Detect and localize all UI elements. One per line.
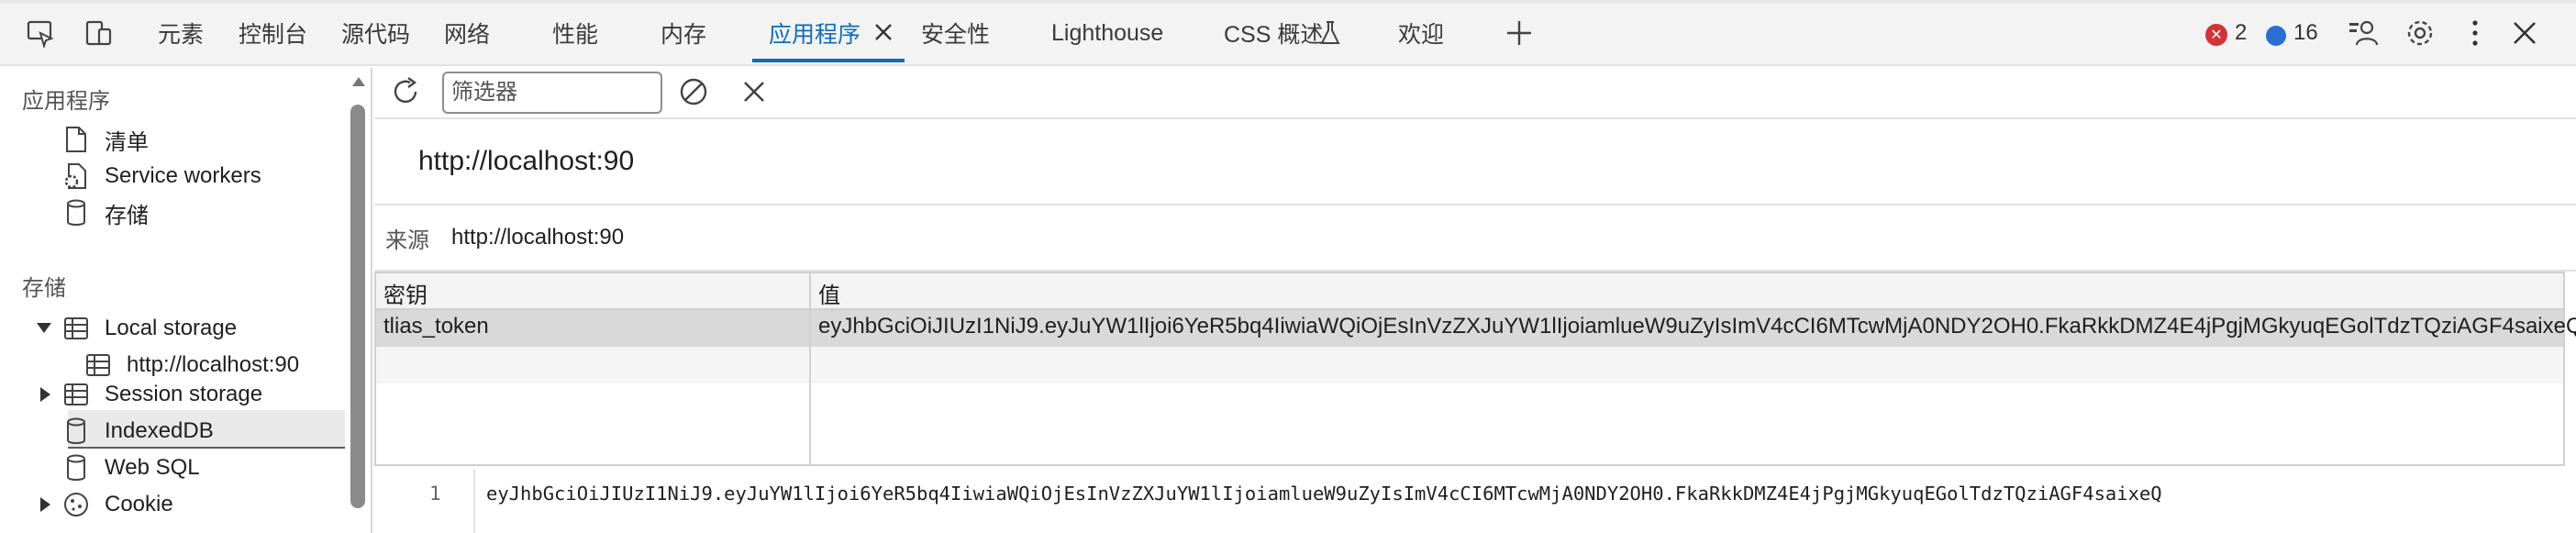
tab-css-overview[interactable]: CSS 概述 bbox=[1224, 0, 1323, 66]
section-storage-heading: 存储 bbox=[22, 276, 66, 301]
active-tab-indicator bbox=[752, 59, 905, 62]
sidebar-item-storage[interactable]: 存储 bbox=[62, 194, 149, 231]
error-icon[interactable]: ✕ bbox=[2205, 24, 2227, 46]
devtools-toolbar: 元素 控制台 源代码 网络 性能 内存 应用程序 安全性 Lighthouse … bbox=[0, 0, 2576, 66]
line-number-gutter bbox=[374, 470, 475, 533]
tab-welcome[interactable]: 欢迎 bbox=[1398, 0, 1444, 66]
device-toolbar-icon[interactable] bbox=[81, 15, 117, 51]
tab-security[interactable]: 安全性 bbox=[921, 0, 990, 66]
clear-all-icon[interactable] bbox=[675, 73, 712, 110]
database-icon bbox=[62, 417, 90, 445]
line-number: 1 bbox=[429, 483, 441, 505]
sidebar-item-label: Cookie bbox=[105, 492, 173, 516]
close-tab-icon[interactable] bbox=[870, 18, 897, 46]
expanded-arrow-icon[interactable] bbox=[37, 323, 51, 333]
profile-icon[interactable] bbox=[2345, 15, 2382, 51]
error-count[interactable]: 2 bbox=[2235, 20, 2247, 46]
sidebar-item-manifest[interactable]: 清单 bbox=[62, 121, 149, 158]
sidebar-item-label: IndexedDB bbox=[105, 418, 214, 443]
file-icon bbox=[62, 126, 90, 153]
scroll-up-arrow-icon[interactable] bbox=[352, 77, 365, 86]
column-header-value[interactable]: 值 bbox=[818, 277, 840, 309]
more-icon[interactable] bbox=[2457, 15, 2493, 51]
filter-toolbar bbox=[374, 68, 2576, 119]
table-icon bbox=[62, 315, 90, 342]
tab-elements[interactable]: 元素 bbox=[158, 0, 204, 66]
collapsed-arrow-icon[interactable] bbox=[40, 387, 50, 402]
database-icon bbox=[62, 454, 90, 482]
value-preview-pane: 1 eyJhbGciOiJIUzI1NiJ9.eyJuYW1lIjoi6YeR5… bbox=[374, 470, 2576, 533]
sidebar-item-local-storage[interactable]: Local storage bbox=[62, 310, 237, 347]
refresh-icon[interactable] bbox=[387, 73, 424, 110]
sidebar-item-indexeddb[interactable]: IndexedDB bbox=[62, 413, 214, 450]
sidebar-item-service-workers[interactable]: Service workers bbox=[62, 158, 261, 194]
collapsed-arrow-icon[interactable] bbox=[40, 497, 50, 512]
application-sidebar: 应用程序 清单 Service workers 存储 存储 Local stor… bbox=[0, 68, 372, 533]
tab-performance[interactable]: 性能 bbox=[552, 0, 598, 66]
sidebar-item-label: Web SQL bbox=[105, 455, 200, 480]
sidebar-item-cookie[interactable]: Cookie bbox=[62, 486, 173, 523]
origin-info-row: 来源 http://localhost:90 bbox=[374, 205, 2576, 272]
section-application-heading: 应用程序 bbox=[22, 89, 110, 114]
storage-data-grid: 密钥 值 tlias_token eyJhbGciOiJIUzI1NiJ9.ey… bbox=[374, 272, 2576, 466]
filter-input[interactable] bbox=[442, 72, 662, 114]
message-count[interactable]: 16 bbox=[2293, 20, 2318, 46]
tab-console[interactable]: 控制台 bbox=[239, 0, 307, 66]
empty-table-row bbox=[376, 347, 2563, 383]
storage-main-panel: http://localhost:90 来源 http://localhost:… bbox=[374, 68, 2576, 533]
sidebar-item-label: 清单 bbox=[105, 129, 149, 155]
sidebar-item-label: 存储 bbox=[105, 203, 149, 228]
tab-lighthouse[interactable]: Lighthouse bbox=[1051, 0, 1163, 66]
value-preview-text[interactable]: eyJhbGciOiJIUzI1NiJ9.eyJuYW1lIjoi6YeR5bq… bbox=[486, 483, 2162, 505]
sidebar-item-session-storage[interactable]: Session storage bbox=[62, 376, 262, 413]
sidebar-scrollbar[interactable] bbox=[350, 105, 365, 508]
table-icon bbox=[62, 381, 90, 408]
row-key-cell[interactable]: tlias_token bbox=[383, 314, 489, 339]
message-icon[interactable] bbox=[2266, 26, 2286, 46]
column-divider[interactable] bbox=[809, 273, 811, 464]
delete-selected-icon[interactable] bbox=[736, 73, 772, 110]
tab-application[interactable]: 应用程序 bbox=[769, 0, 861, 66]
close-icon[interactable] bbox=[2506, 15, 2543, 51]
tab-sources[interactable]: 源代码 bbox=[341, 0, 410, 66]
sidebar-item-label: http://localhost:90 bbox=[127, 352, 300, 377]
table-icon bbox=[84, 351, 112, 379]
row-value-cell[interactable]: eyJhbGciOiJIUzI1NiJ9.eyJuYW1lIjoi6YeR5bq… bbox=[818, 314, 2576, 339]
add-tab-icon[interactable] bbox=[1501, 15, 1538, 51]
sidebar-item-label: Local storage bbox=[105, 316, 238, 340]
service-worker-icon bbox=[62, 162, 90, 190]
origin-label: 来源 bbox=[385, 228, 429, 253]
gear-icon[interactable] bbox=[2402, 15, 2438, 51]
experimental-flask-icon bbox=[1319, 20, 1341, 46]
tab-network[interactable]: 网络 bbox=[444, 0, 490, 66]
sidebar-item-label: Session storage bbox=[105, 382, 263, 406]
sidebar-item-label: Service workers bbox=[105, 163, 261, 188]
origin-value: http://localhost:90 bbox=[451, 225, 625, 250]
origin-title: http://localhost:90 bbox=[374, 119, 2576, 205]
grid-header bbox=[376, 273, 2563, 310]
sidebar-item-web-sql[interactable]: Web SQL bbox=[62, 450, 200, 486]
cookie-icon bbox=[62, 491, 90, 518]
column-header-key[interactable]: 密钥 bbox=[383, 277, 427, 309]
tab-memory[interactable]: 内存 bbox=[661, 0, 706, 66]
inspect-icon[interactable] bbox=[22, 15, 59, 51]
database-icon bbox=[62, 199, 90, 227]
